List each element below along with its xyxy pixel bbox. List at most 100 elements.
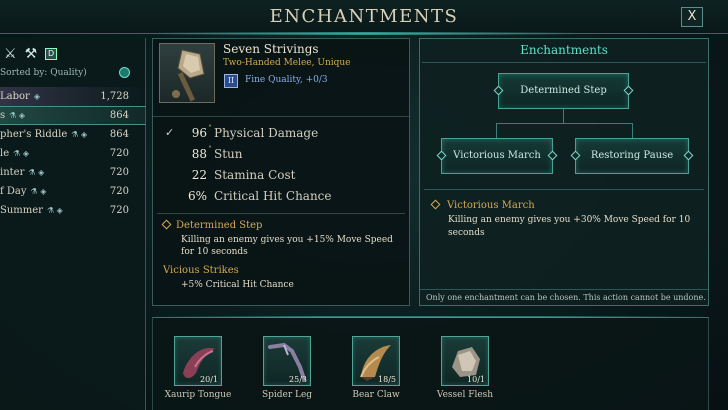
materials-glow [152,316,709,318]
link-diamond-icon [623,85,634,96]
link-diamond-icon [547,150,558,161]
tree-connector [632,123,633,138]
d-key-badge: D [45,48,58,60]
material-count: 20/1 [200,375,218,384]
stat-value: 88 [191,147,207,161]
list-item-name: Labor [0,91,30,102]
link-diamond-icon [683,150,694,161]
list-item-name: Summer [0,205,43,216]
enchant-node-label: Victorious March [453,150,541,161]
material-name: Xaurip Tongue [164,390,232,400]
check-icon: ✓ [165,126,175,139]
material-slot[interactable]: 25/3 [263,336,311,386]
list-item-icons: ⚗ ◈ [30,187,47,196]
list-item-icons: ⚗ ◈ [71,130,88,139]
material-count: 10/1 [467,375,485,384]
list-item-icons: ⚗ ◈ [28,168,45,177]
material-slot[interactable]: 18/5 [352,336,400,386]
list-item[interactable]: Summer ⚗ ◈ 720 [0,201,146,220]
stat-label: Critical Hit Chance [214,189,332,203]
list-item-value: 864 [109,110,129,121]
tree-connector [496,123,497,138]
upgrade-arrow-icon: ˄ [208,124,212,133]
close-button[interactable]: X [681,7,703,27]
list-filter-icons: ⚔ ⚒ D [4,46,58,62]
warning-text: Only one enchantment can be chosen. This… [426,293,706,302]
tree-connector [563,109,564,123]
list-item-value: 1,728 [100,91,129,102]
material-name: Bear Claw [352,390,400,400]
list-item-name: s [0,110,6,121]
stat-value: 6% [187,189,207,203]
list-item-name: pher's Riddle [0,129,68,140]
diamond-icon [430,199,441,210]
upgrade-arrow-icon: ˄ [208,145,212,154]
item-list: Labor ◈ 1,728 s ⚗ ◈ 864 pher's Riddle ⚗ … [0,87,146,220]
title-bar: ENCHANTMENTS X [0,0,728,34]
current-enchant-name: Determined Step [176,220,263,231]
selected-enchant-heading: Victorious March [430,199,535,211]
item-name: Seven Strivings [223,42,319,56]
list-item-name: inter [0,167,25,178]
stat-row: ✓ 96 ˄ Physical Damage [153,124,409,146]
list-item[interactable]: le ⚗ ◈ 720 [0,144,146,163]
hammer-icon [172,49,205,102]
enchant-node-victorious-march[interactable]: Victorious March [436,138,558,174]
list-item[interactable]: inter ⚗ ◈ 720 [0,163,146,182]
stat-value: 96 [191,126,207,140]
sort-label: Sorted by: Quality) [0,68,87,78]
crossed-swords-icon[interactable]: ⚔ [4,46,17,62]
item-type: Two-Handed Melee, Unique [223,58,351,68]
enchantments-panel: Enchantments Determined Step Victorious … [419,38,709,306]
item-detail-panel: Seven Strivings Two-Handed Melee, Unique… [152,38,410,306]
material-name: Spider Leg [261,390,313,400]
stats-list: ✓ 96 ˄ Physical Damage 88 ˄ Stun 22 Stam… [153,124,409,209]
list-item[interactable]: Labor ◈ 1,728 [0,87,146,106]
item-list-panel: ⚔ ⚒ D Sorted by: Quality) Labor ◈ 1,728 … [0,38,146,410]
material-count: 25/3 [289,375,307,384]
selected-enchant-name: Victorious March [447,200,535,211]
stat-row: 88 ˄ Stun [153,145,409,167]
enchant-node-label: Determined Step [520,85,607,96]
enchantments-title: Enchantments [520,43,608,57]
material-count: 18/5 [378,375,396,384]
list-item-value: 720 [109,167,129,178]
divider [157,213,405,214]
enchant-node-restoring-pause[interactable]: Restoring Pause [570,138,694,174]
current-enchant-heading: Determined Step [161,219,263,231]
list-item[interactable]: f Day ⚗ ◈ 720 [0,182,146,201]
item-quality: Fine Quality, +0/3 [245,75,328,85]
quality-tier-badge: II [224,74,238,88]
list-item-icons: ◈ [33,92,40,101]
list-item-value: 720 [109,148,129,159]
stat-label: Physical Damage [214,126,319,140]
list-item[interactable]: pher's Riddle ⚗ ◈ 864 [0,125,146,144]
link-diamond-icon [493,85,504,96]
item-thumbnail [159,43,215,103]
list-item-name: le [0,148,10,159]
stat-row: 22 Stamina Cost [153,167,409,188]
material-slot[interactable]: 10/1 [441,336,489,386]
sort-toggle-icon[interactable] [119,67,130,78]
list-item-name: f Day [0,186,27,197]
list-item-value: 720 [109,186,129,197]
enchant-node-determined-step[interactable]: Determined Step [493,73,634,109]
material-slot[interactable]: 20/1 [174,336,222,386]
current-enchant-desc: Killing an enemy gives you +15% Move Spe… [181,235,393,257]
selected-enchant-desc: Killing an enemy gives you +30% Move Spe… [448,215,691,238]
stat-value: 22 [191,168,207,182]
stat-row: 6% Critical Hit Chance [153,188,409,209]
enchantments-footer: Only one enchantment can be chosen. This… [420,289,708,306]
stat-label: Stamina Cost [214,168,296,182]
item-header: Seven Strivings Two-Handed Melee, Unique… [153,39,409,117]
link-diamond-icon [570,150,581,161]
list-item-selected[interactable]: s ⚗ ◈ 864 [0,106,146,125]
list-item-icons: ⚗ ◈ [13,149,29,158]
anvil-icon[interactable]: ⚒ [25,46,38,62]
enchant-node-label: Restoring Pause [590,150,674,161]
tree-connector [496,123,632,124]
perk-desc: +5% Critical Hit Chance [181,280,294,290]
list-item-value: 864 [109,129,129,140]
list-item-icons: ⚗ ◈ [9,111,26,120]
window-title: ENCHANTMENTS [269,6,459,27]
